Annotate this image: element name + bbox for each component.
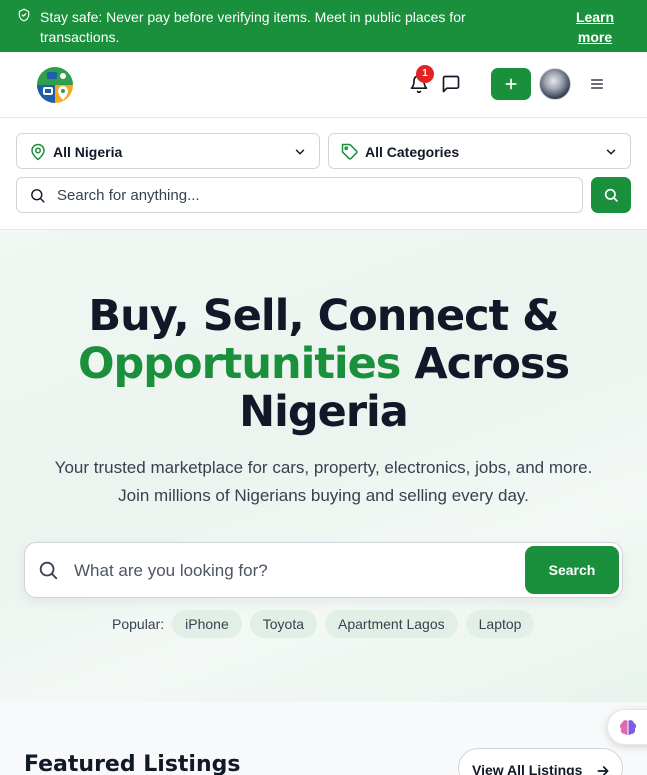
popular-tag[interactable]: Apartment Lagos [325,610,458,638]
shield-check-icon [18,8,30,22]
popular-tag[interactable]: Laptop [465,610,535,638]
messages-icon[interactable] [441,74,461,94]
featured-title: Featured Listings [24,752,241,775]
notification-count-badge: 1 [416,65,434,83]
plus-icon [505,78,517,90]
chevron-down-icon [295,149,305,155]
hero-title: Buy, Sell, Connect & Opportunities Acros… [0,292,647,436]
safety-banner: Stay safe: Never pay before verifying it… [0,0,647,52]
hero-search-input[interactable] [74,559,514,583]
top-search-input[interactable] [57,184,567,206]
chevron-down-icon [606,149,616,155]
filter-bar: All Nigeria All Categories [0,118,647,230]
hero-subtitle: Your trusted marketplace for cars, prope… [20,454,627,510]
popular-label: Popular: [112,616,165,632]
map-pin-icon [31,143,45,161]
search-icon [31,189,45,203]
top-navbar: 1 [0,52,647,118]
hero-search-bar: Search [24,542,623,598]
popular-tag[interactable]: iPhone [172,610,242,638]
user-avatar[interactable] [539,68,571,100]
hero-subtitle-line1: Your trusted marketplace for cars, prope… [54,458,593,477]
brain-icon [619,720,637,735]
banner-text: Stay safe: Never pay before verifying it… [40,9,466,45]
hero-title-line1: Buy, Sell, Connect & [88,291,559,341]
featured-listings-section: Featured Listings View All Listings [0,702,647,775]
view-all-label: View All Listings [472,762,583,775]
location-select-value: All Nigeria [53,144,123,160]
hero-subtitle-line2: Join millions of Nigerians buying and se… [118,486,529,505]
popular-tag[interactable]: Toyota [249,610,317,638]
learn-more-link[interactable]: Learn more [565,7,625,47]
hamburger-menu-icon[interactable] [589,76,605,92]
search-icon [604,188,618,202]
tag-icon [341,143,358,160]
hero-title-line3: Nigeria [239,387,409,437]
popular-searches: Popular: iPhone Toyota Apartment Lagos L… [112,610,542,638]
top-search-button[interactable] [591,177,631,213]
hero-section: Buy, Sell, Connect & Opportunities Acros… [0,230,647,702]
location-select[interactable]: All Nigeria [16,133,320,169]
marketplace-logo[interactable] [35,65,75,105]
category-select[interactable]: All Categories [328,133,631,169]
search-icon [39,561,58,580]
view-all-listings-button[interactable]: View All Listings [458,748,623,775]
hero-title-line2: Across [400,339,570,389]
post-ad-button[interactable] [491,68,531,100]
category-select-value: All Categories [365,144,460,160]
top-search-field [16,177,583,213]
arrow-right-icon [597,766,609,775]
hero-title-accent: Opportunities [77,339,401,389]
hero-search-button[interactable]: Search [525,546,619,594]
assistant-widget-button[interactable] [607,709,647,745]
